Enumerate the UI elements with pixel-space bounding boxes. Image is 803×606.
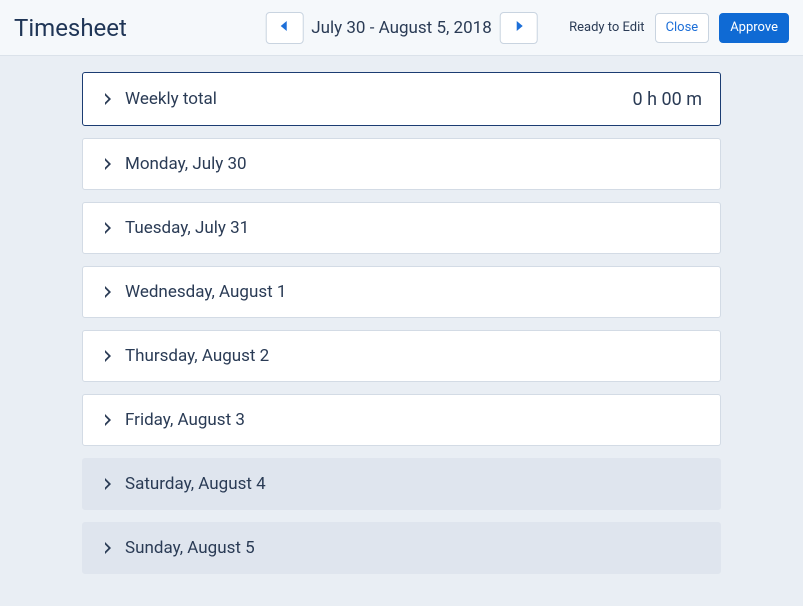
approve-button-label: Approve xyxy=(730,20,778,35)
header-actions: Ready to Edit Close Approve xyxy=(569,13,789,43)
weekly-total-value: 0 h 00 m xyxy=(633,89,702,110)
close-button-label: Close xyxy=(666,20,699,35)
day-row[interactable]: Sunday, August 5 xyxy=(82,522,721,574)
day-row-label: Friday, August 3 xyxy=(125,410,245,430)
chevron-right-icon xyxy=(101,350,115,362)
day-row-label: Tuesday, July 31 xyxy=(125,218,249,238)
triangle-right-icon xyxy=(514,20,524,35)
weekly-total-label: Weekly total xyxy=(125,89,217,109)
day-row[interactable]: Wednesday, August 1 xyxy=(82,266,721,318)
close-button[interactable]: Close xyxy=(655,13,710,43)
date-range: July 30 - August 5, 2018 xyxy=(311,18,492,38)
topbar: Timesheet July 30 - August 5, 2018 Ready… xyxy=(0,0,803,56)
prev-week-button[interactable] xyxy=(265,12,303,44)
next-week-button[interactable] xyxy=(500,12,538,44)
approve-button[interactable]: Approve xyxy=(719,13,789,43)
day-row-label: Sunday, August 5 xyxy=(125,538,255,558)
day-row[interactable]: Saturday, August 4 xyxy=(82,458,721,510)
day-row[interactable]: Thursday, August 2 xyxy=(82,330,721,382)
chevron-right-icon xyxy=(101,542,115,554)
chevron-right-icon xyxy=(101,222,115,234)
chevron-right-icon xyxy=(101,93,115,105)
day-row[interactable]: Monday, July 30 xyxy=(82,138,721,190)
chevron-right-icon xyxy=(101,158,115,170)
chevron-right-icon xyxy=(101,286,115,298)
date-navigator: July 30 - August 5, 2018 xyxy=(265,12,538,44)
day-row-label: Monday, July 30 xyxy=(125,154,247,174)
day-row-label: Saturday, August 4 xyxy=(125,474,266,494)
chevron-right-icon xyxy=(101,414,115,426)
chevron-right-icon xyxy=(101,478,115,490)
triangle-left-icon xyxy=(279,20,289,35)
page-title: Timesheet xyxy=(14,14,127,42)
day-row-label: Thursday, August 2 xyxy=(125,346,269,366)
day-row[interactable]: Tuesday, July 31 xyxy=(82,202,721,254)
day-row-label: Wednesday, August 1 xyxy=(125,282,286,302)
weekly-total-row[interactable]: Weekly total 0 h 00 m xyxy=(82,72,721,126)
timesheet-list: Weekly total 0 h 00 m Monday, July 30 Tue… xyxy=(0,56,803,606)
status-text: Ready to Edit xyxy=(569,20,644,35)
day-row[interactable]: Friday, August 3 xyxy=(82,394,721,446)
